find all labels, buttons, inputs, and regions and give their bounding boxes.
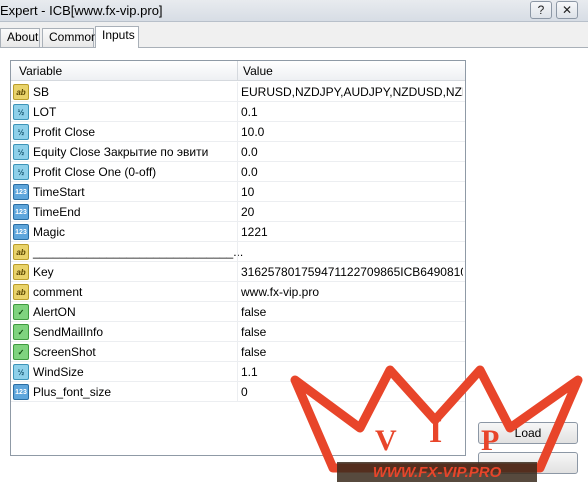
table-row[interactable]: 123 TimeStart 10	[11, 182, 465, 202]
row-variable: WindSize	[33, 365, 84, 379]
load-button[interactable]: Load	[478, 422, 578, 444]
column-header-value[interactable]: Value	[243, 64, 273, 78]
table-row[interactable]: ✓ ScreenShot false	[11, 342, 465, 362]
tab-inputs[interactable]: Inputs	[95, 26, 139, 48]
cell-separator	[237, 102, 238, 122]
row-variable: Profit Close One (0-off)	[33, 165, 157, 179]
grid-header: Variable Value	[11, 61, 465, 81]
row-variable: AlertON	[33, 305, 76, 319]
help-button[interactable]: ?	[530, 1, 552, 19]
row-value[interactable]: 316257801759471122709865ICB64908106	[241, 265, 463, 279]
row-value[interactable]: 1.1	[241, 365, 463, 379]
row-variable: SendMailInfo	[33, 325, 104, 339]
cell-separator	[237, 382, 238, 402]
row-value[interactable]: 0.0	[241, 145, 463, 159]
row-variable: TimeStart	[33, 185, 85, 199]
integer-type-icon: 123	[13, 204, 29, 220]
close-icon: ✕	[561, 3, 573, 17]
cell-separator	[237, 82, 238, 102]
row-value[interactable]: 10.0	[241, 125, 463, 139]
string-type-icon: ab	[13, 284, 29, 300]
cell-separator	[237, 202, 238, 222]
inputs-panel: Variable Value ab SB EURUSD,NZDJPY,AUDJPY,…	[0, 47, 588, 489]
row-value[interactable]: www.fx-vip.pro	[241, 285, 463, 299]
table-row[interactable]: ½ Equity Close Закрытие по эвити 0.0	[11, 142, 465, 162]
double-type-icon: ½	[13, 164, 29, 180]
window-title: Expert - ICB[www.fx-vip.pro]	[0, 3, 163, 18]
cell-separator	[237, 342, 238, 362]
row-variable: Magic	[33, 225, 66, 239]
cell-separator	[237, 302, 238, 322]
tab-common[interactable]: Common	[42, 28, 98, 47]
row-value[interactable]: false	[241, 305, 463, 319]
string-type-icon: ab	[13, 84, 29, 100]
table-row[interactable]: 123 Plus_font_size 0	[11, 382, 465, 402]
row-value[interactable]: 10	[241, 185, 463, 199]
row-value[interactable]: 0.1	[241, 105, 463, 119]
double-type-icon: ½	[13, 104, 29, 120]
tab-bar: About Common Inputs	[0, 26, 588, 48]
table-row[interactable]: 123 TimeEnd 20	[11, 202, 465, 222]
row-value[interactable]: 20	[241, 205, 463, 219]
table-row[interactable]: ab Key 316257801759471122709865ICB64908106	[11, 262, 465, 282]
table-row[interactable]: ½ WindSize 1.1	[11, 362, 465, 382]
row-variable: ScreenShot	[33, 345, 96, 359]
string-type-icon: ab	[13, 244, 29, 260]
cell-separator	[237, 282, 238, 302]
table-row[interactable]: ab SB EURUSD,NZDJPY,AUDJPY,NZDUSD,NZD...	[11, 82, 465, 102]
bool-type-icon: ✓	[13, 324, 29, 340]
cell-separator	[237, 222, 238, 242]
row-variable: comment	[33, 285, 83, 299]
inputs-grid: Variable Value ab SB EURUSD,NZDJPY,AUDJPY,…	[10, 60, 466, 456]
row-variable: Equity Close Закрытие по эвити	[33, 145, 209, 159]
double-type-icon: ½	[13, 144, 29, 160]
row-variable: Plus_font_size	[33, 385, 112, 399]
table-row[interactable]: 123 Magic 1221	[11, 222, 465, 242]
row-value[interactable]: 1221	[241, 225, 463, 239]
double-type-icon: ½	[13, 364, 29, 380]
column-header-variable[interactable]: Variable	[19, 64, 62, 78]
cell-separator	[237, 122, 238, 142]
row-variable: ______________________________...	[33, 245, 244, 259]
table-row[interactable]: ½ Profit Close One (0-off) 0.0	[11, 162, 465, 182]
integer-type-icon: 123	[13, 184, 29, 200]
table-row[interactable]: ab comment www.fx-vip.pro	[11, 282, 465, 302]
row-value[interactable]: false	[241, 345, 463, 359]
integer-type-icon: 123	[13, 224, 29, 240]
row-value[interactable]: 0	[241, 385, 463, 399]
cell-separator	[237, 242, 238, 262]
table-row[interactable]: ½ LOT 0.1	[11, 102, 465, 122]
double-type-icon: ½	[13, 124, 29, 140]
row-value[interactable]: EURUSD,NZDJPY,AUDJPY,NZDUSD,NZD...	[241, 85, 463, 99]
row-variable: LOT	[33, 105, 57, 119]
title-bar: Expert - ICB[www.fx-vip.pro] ? ✕	[0, 0, 588, 22]
row-value[interactable]: 0.0	[241, 165, 463, 179]
integer-type-icon: 123	[13, 384, 29, 400]
bool-type-icon: ✓	[13, 304, 29, 320]
column-separator[interactable]	[237, 61, 238, 81]
cell-separator	[237, 162, 238, 182]
tab-about[interactable]: About	[0, 28, 40, 47]
close-button[interactable]: ✕	[556, 1, 578, 19]
cell-separator	[237, 182, 238, 202]
cell-separator	[237, 142, 238, 162]
table-row[interactable]: ✓ AlertON false	[11, 302, 465, 322]
row-variable: Key	[33, 265, 54, 279]
cell-separator	[237, 262, 238, 282]
help-icon: ?	[537, 3, 545, 17]
save-button[interactable]	[478, 452, 578, 474]
row-value[interactable]: false	[241, 325, 463, 339]
table-row[interactable]: ab ______________________________...	[11, 242, 465, 262]
row-variable: SB	[33, 85, 50, 99]
string-type-icon: ab	[13, 264, 29, 280]
cell-separator	[237, 322, 238, 342]
table-row[interactable]: ½ Profit Close 10.0	[11, 122, 465, 142]
row-variable: TimeEnd	[33, 205, 81, 219]
table-row[interactable]: ✓ SendMailInfo false	[11, 322, 465, 342]
bool-type-icon: ✓	[13, 344, 29, 360]
row-variable: Profit Close	[33, 125, 96, 139]
cell-separator	[237, 362, 238, 382]
